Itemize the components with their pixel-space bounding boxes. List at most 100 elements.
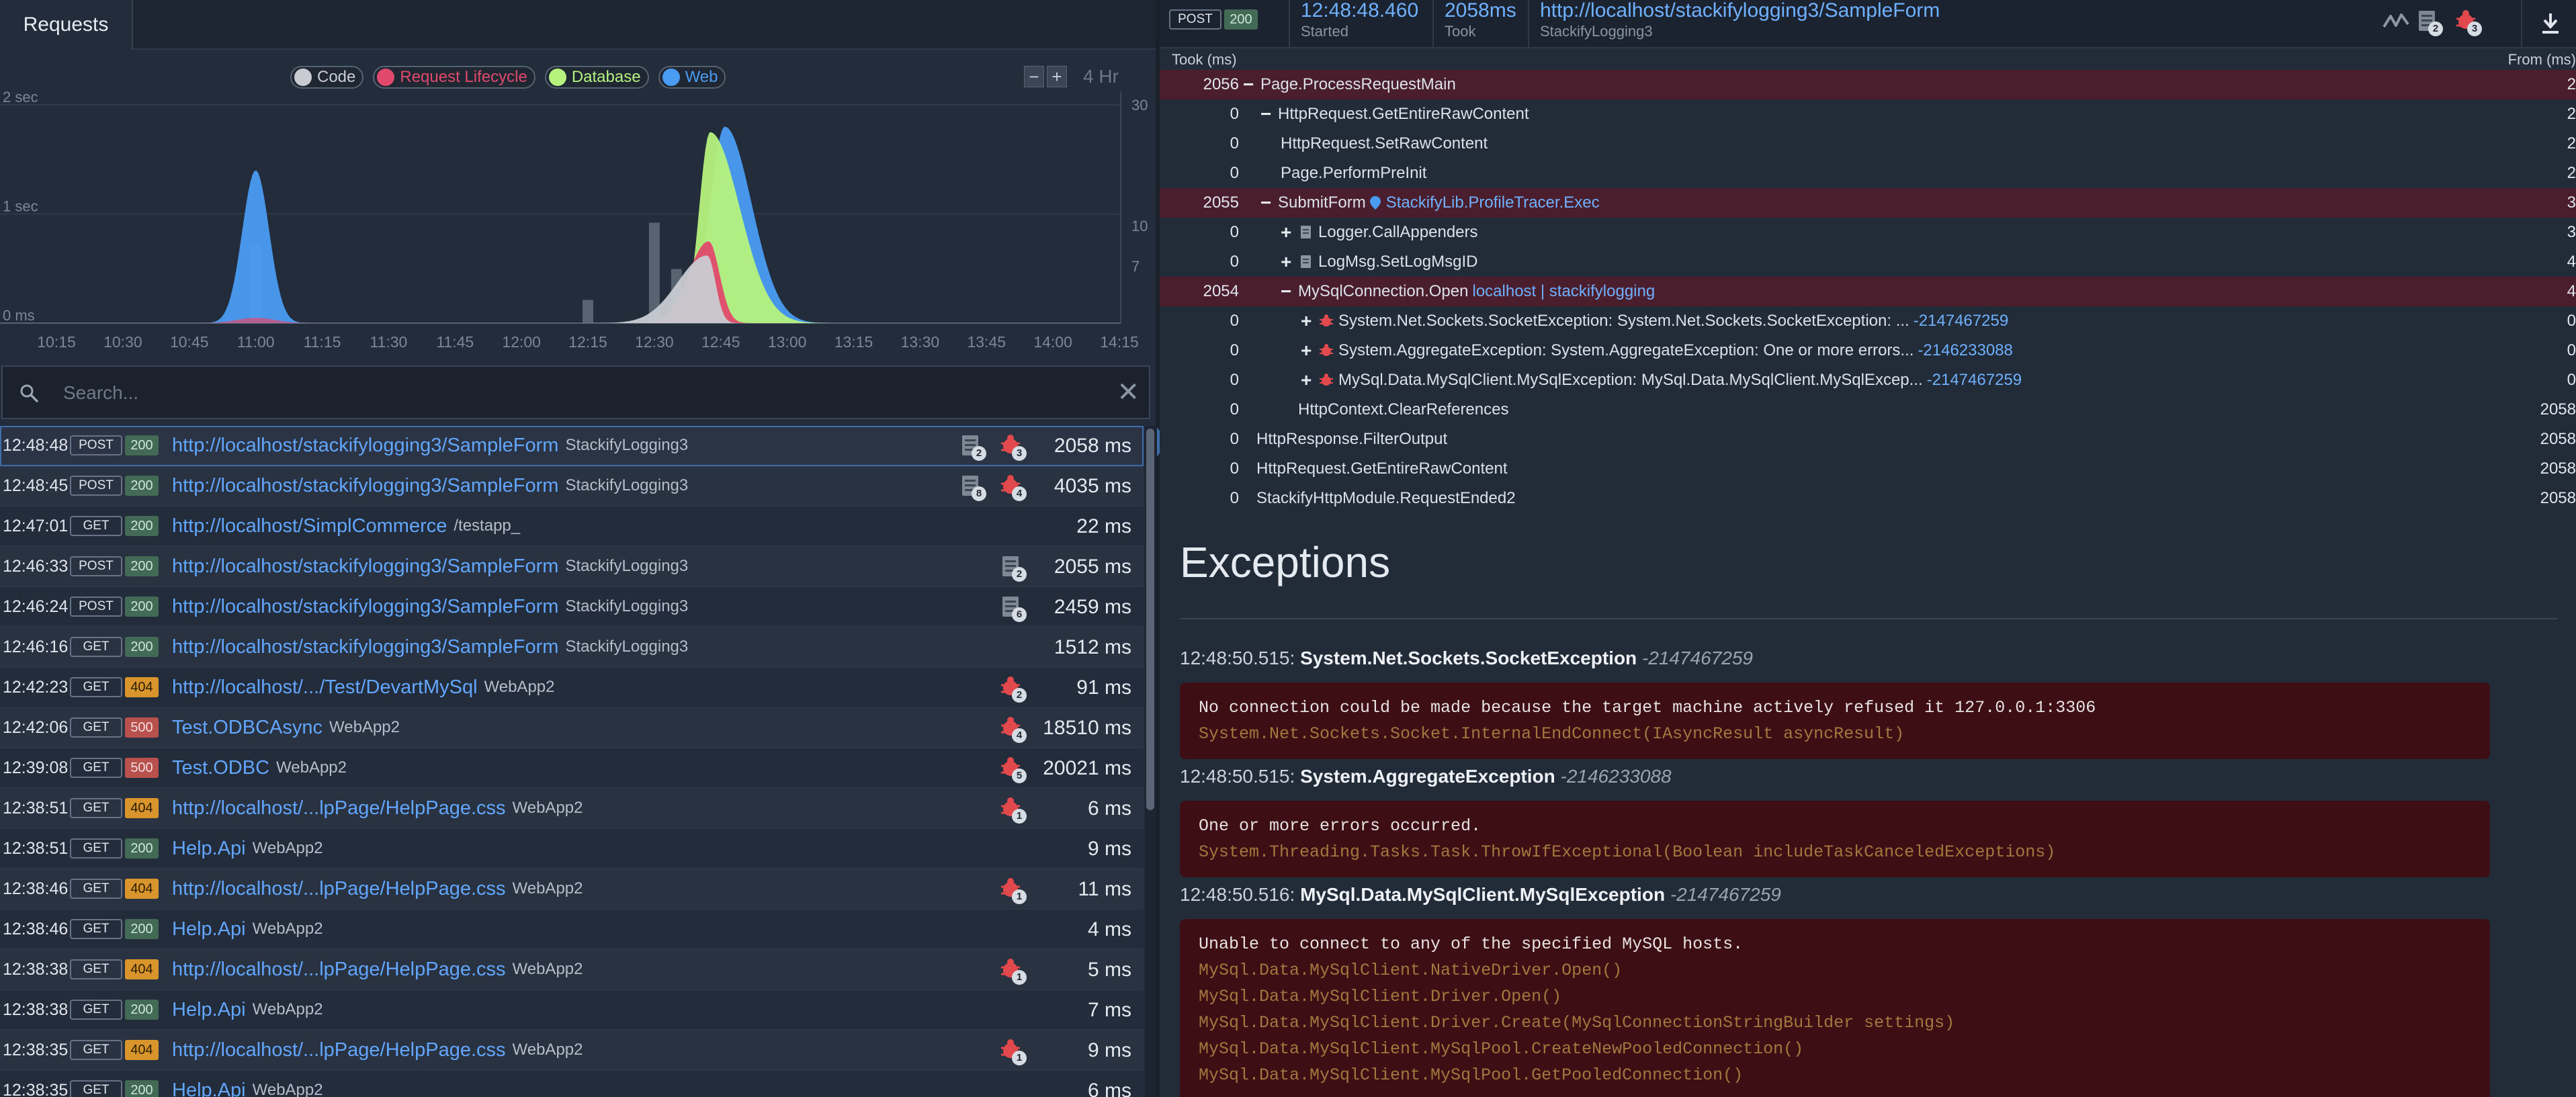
exception-message: One or more errors occurred. — [1199, 816, 1482, 836]
request-app: WebApp2 — [484, 678, 555, 696]
legend-item-request-lifecycle[interactable]: Request Lifecycle — [373, 66, 535, 89]
trace-row[interactable]: 0 + System.Net.Sockets.SocketException: Sy… — [1160, 306, 2576, 336]
trace-row[interactable]: 0 StackifyHttpModule.RequestEnded2 2058 — [1160, 484, 2576, 513]
trace-row[interactable]: 0 HttpRequest.GetEntireRawContent 2058 — [1160, 454, 2576, 484]
trace-row[interactable]: 2055 − SubmitForm StackifyLib.ProfileTracer… — [1160, 188, 2576, 218]
request-row[interactable]: 12:46:16 GET 200 http://localhost/stackifyl… — [0, 627, 1144, 668]
trace-detail[interactable]: StackifyLib.ProfileTracer.Exec — [1386, 188, 1600, 218]
trace-label: HttpRequest.SetRawContent — [1281, 134, 1488, 152]
errors-icon[interactable]: 4 — [998, 715, 1027, 743]
collapse-icon[interactable]: − — [1260, 188, 1278, 218]
request-url[interactable]: Help.Api — [172, 918, 246, 940]
trace-row[interactable]: 0 − HttpRequest.GetEntireRawContent 2 — [1160, 99, 2576, 129]
detail-url[interactable]: http://localhost/stackifylogging3/Sample… — [1540, 0, 1940, 21]
expand-icon[interactable]: + — [1281, 247, 1298, 277]
errors-icon[interactable]: 5 — [998, 755, 1027, 783]
request-url[interactable]: http://localhost/stackifylogging3/Sample… — [172, 596, 558, 618]
trace-row[interactable]: 0 HttpContext.ClearReferences 2058 — [1160, 395, 2576, 425]
request-url[interactable]: http://localhost/...lpPage/HelpPage.css — [172, 959, 506, 981]
activity-icon[interactable] — [2381, 9, 2411, 34]
request-url[interactable]: http://localhost/.../Test/DevartMySql — [172, 676, 478, 699]
expand-icon[interactable]: + — [1301, 365, 1318, 395]
request-row[interactable]: 12:38:38 GET 200 Help.Api WebApp2 7 ms — [0, 990, 1144, 1030]
request-url[interactable]: http://localhost/SimplCommerce — [172, 515, 447, 537]
trace-row[interactable]: 0 HttpRequest.SetRawContent 2 — [1160, 129, 2576, 159]
logs-icon[interactable]: 8 — [958, 473, 986, 501]
request-row[interactable]: 12:46:24 POST 200 http://localhost/stackify… — [0, 587, 1144, 627]
collapse-icon[interactable]: − — [1243, 70, 1260, 99]
errors-icon[interactable]: 3 — [998, 433, 1027, 461]
trace-row[interactable]: 2054 − MySqlConnection.Open localhost | sta… — [1160, 277, 2576, 306]
logs-icon[interactable]: 2 — [2415, 8, 2443, 36]
request-row[interactable]: 12:48:48 POST 200 http://localhost/stackify… — [0, 426, 1144, 466]
request-app: WebApp2 — [252, 1081, 323, 1097]
request-row[interactable]: 12:48:45 POST 200 http://localhost/stackify… — [0, 466, 1144, 507]
request-url[interactable]: http://localhost/stackifylogging3/Sample… — [172, 556, 558, 578]
logs-icon[interactable]: 6 — [998, 594, 1027, 622]
request-row[interactable]: 12:38:51 GET 200 Help.Api WebApp2 9 ms — [0, 829, 1144, 869]
request-url[interactable]: http://localhost/...lpPage/HelpPage.css — [172, 1039, 506, 1061]
trace-detail[interactable]: -2146233088 — [1918, 336, 2012, 365]
download-button[interactable] — [2521, 0, 2576, 48]
errors-icon[interactable]: 2 — [998, 674, 1027, 703]
trace-detail[interactable]: localhost | stackifylogging — [1472, 277, 1655, 306]
legend-item-code[interactable]: Code — [290, 66, 364, 89]
zoom-in-button[interactable]: + — [1047, 66, 1067, 87]
request-url[interactable]: http://localhost/...lpPage/HelpPage.css — [172, 878, 506, 900]
request-url[interactable]: http://localhost/stackifylogging3/Sample… — [172, 475, 558, 497]
request-duration: 4035 ms — [1054, 475, 1131, 497]
request-row[interactable]: 12:39:08 GET 500 Test.ODBC WebApp2 5 20021 ms — [0, 748, 1144, 789]
tab-requests[interactable]: Requests — [0, 0, 133, 50]
trace-row[interactable]: 2056− Page.ProcessRequestMain 2 — [1160, 70, 2576, 99]
request-row[interactable]: 12:47:01 GET 200 http://localhost/SimplComm… — [0, 507, 1144, 547]
logs-icon[interactable]: 2 — [998, 554, 1027, 582]
expand-icon[interactable]: + — [1281, 218, 1298, 247]
request-url[interactable]: Test.ODBCAsync — [172, 717, 323, 739]
expand-icon[interactable]: + — [1301, 306, 1318, 336]
request-url[interactable]: http://localhost/...lpPage/HelpPage.css — [172, 797, 506, 820]
errors-icon[interactable]: 4 — [998, 473, 1027, 501]
errors-icon[interactable]: 1 — [998, 876, 1027, 904]
errors-icon[interactable]: 1 — [998, 795, 1027, 824]
request-url[interactable]: Help.Api — [172, 838, 246, 860]
trace-row[interactable]: 0 + LogMsg.SetLogMsgID 4 — [1160, 247, 2576, 277]
request-row[interactable]: 12:38:35 GET 404 http://localhost/...lpPage… — [0, 1030, 1144, 1071]
trace-row[interactable]: 0 + System.AggregateException: System.Aggr… — [1160, 336, 2576, 365]
method-badge: POST — [70, 556, 122, 576]
legend-item-web[interactable]: Web — [658, 66, 726, 89]
trace-detail[interactable]: -2147467259 — [1927, 365, 2022, 395]
request-url[interactable]: Help.Api — [172, 999, 246, 1021]
logs-icon[interactable]: 2 — [958, 433, 986, 461]
search-input[interactable] — [63, 378, 1071, 408]
request-row[interactable]: 12:42:06 GET 500 Test.ODBCAsync WebApp2 4 1851… — [0, 708, 1144, 748]
scrollbar-thumb[interactable] — [1146, 429, 1154, 810]
request-row[interactable]: 12:38:46 GET 200 Help.Api WebApp2 4 ms — [0, 910, 1144, 950]
x-tick-label: 12:00 — [502, 333, 541, 351]
request-row[interactable]: 12:38:35 GET 200 Help.Api WebApp2 6 ms — [0, 1071, 1144, 1097]
legend-item-database[interactable]: Database — [544, 66, 649, 89]
errors-icon[interactable]: 1 — [998, 957, 1027, 985]
clear-search-icon[interactable]: ✕ — [1117, 378, 1140, 407]
expand-icon[interactable]: + — [1301, 336, 1318, 365]
request-row[interactable]: 12:46:33 POST 200 http://localhost/stackify… — [0, 547, 1144, 587]
trace-row[interactable]: 0 HttpResponse.FilterOutput 2058 — [1160, 425, 2576, 454]
trace-row[interactable]: 0 + Logger.CallAppenders 3 — [1160, 218, 2576, 247]
trace-row[interactable]: 0 + MySql.Data.MySqlClient.MySqlException:… — [1160, 365, 2576, 395]
request-row[interactable]: 12:42:23 GET 404 http://localhost/.../Test/… — [0, 668, 1144, 708]
request-url[interactable]: Test.ODBC — [172, 757, 269, 779]
errors-icon[interactable]: 3 — [2454, 8, 2482, 36]
request-url[interactable]: http://localhost/stackifylogging3/Sample… — [172, 435, 558, 457]
zoom-out-button[interactable]: − — [1024, 66, 1044, 87]
request-url[interactable]: Help.Api — [172, 1080, 246, 1097]
request-row[interactable]: 12:38:51 GET 404 http://localhost/...lpPage… — [0, 789, 1144, 829]
request-row[interactable]: 12:38:46 GET 404 http://localhost/...lpPage… — [0, 869, 1144, 910]
trace-detail[interactable]: -2147467259 — [1914, 306, 2008, 336]
request-row[interactable]: 12:38:38 GET 404 http://localhost/...lpPage… — [0, 950, 1144, 990]
collapse-icon[interactable]: − — [1260, 99, 1278, 129]
request-url[interactable]: http://localhost/stackifylogging3/Sample… — [172, 636, 558, 658]
collapse-icon[interactable]: − — [1281, 277, 1298, 306]
trace-took: 2056 — [1203, 75, 1239, 93]
errors-icon[interactable]: 1 — [998, 1037, 1027, 1065]
detail-header: POST 200 12:48:48.460 Started 2058ms Too… — [1160, 0, 2576, 48]
trace-row[interactable]: 0 Page.PerformPreInit 2 — [1160, 159, 2576, 188]
